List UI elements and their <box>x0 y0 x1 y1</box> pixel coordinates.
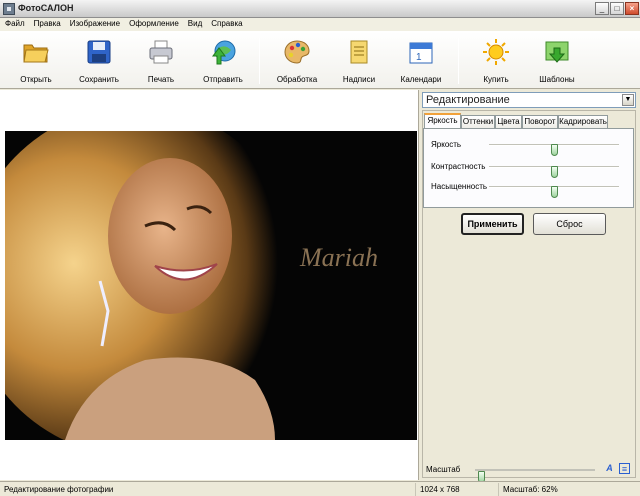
palette-icon <box>284 40 310 64</box>
tab-hues[interactable]: Оттенки <box>461 115 495 129</box>
contrast-slider-thumb[interactable] <box>551 166 558 178</box>
mode-value: Редактирование <box>426 94 510 106</box>
status-bar: Редактирование фотографии 1024 x 768 Мас… <box>0 481 640 496</box>
chevron-down-icon[interactable]: ▼ <box>622 94 634 106</box>
apply-button[interactable]: Применить <box>461 213 524 235</box>
zoom-control: Масштаб A ≡ <box>420 460 640 483</box>
toolbar: Открыть Сохранить Печать Отправить Обраб… <box>0 31 640 89</box>
process-button[interactable]: Обработка <box>269 35 325 87</box>
saturation-slider[interactable] <box>489 186 619 198</box>
brightness-row: Яркость <box>424 137 635 156</box>
page-icon[interactable]: ≡ <box>619 463 630 474</box>
menu-design[interactable]: Оформление <box>124 18 183 28</box>
status-mode: Редактирование фотографии <box>4 485 114 494</box>
app-icon <box>3 3 15 15</box>
template-download-icon <box>545 41 569 63</box>
photo-image: Mariah <box>5 131 417 440</box>
saturation-row: Насыщенность <box>424 179 635 198</box>
menu-view[interactable]: Вид <box>183 18 206 28</box>
photo-signature: Mariah <box>299 243 378 272</box>
tab-brightness[interactable]: Яркость <box>424 113 461 129</box>
captions-button[interactable]: Надписи <box>331 35 387 87</box>
minimize-button[interactable]: _ <box>595 2 609 15</box>
brightness-slider-thumb[interactable] <box>551 144 558 156</box>
printer-icon <box>149 40 173 64</box>
fit-text-icon[interactable]: A <box>604 463 615 474</box>
brightness-tab-panel: Яркость Контрастность Насыщенность <box>423 128 634 208</box>
menu-file[interactable]: Файл <box>0 18 29 28</box>
send-button[interactable]: Отправить <box>195 35 251 87</box>
saturation-slider-thumb[interactable] <box>551 186 558 198</box>
menu-image[interactable]: Изображение <box>65 18 124 28</box>
window-title: ФотоСАЛОН <box>18 3 74 13</box>
open-button[interactable]: Открыть <box>8 35 64 87</box>
menu-edit[interactable]: Правка <box>29 18 65 28</box>
document-icon <box>350 40 368 64</box>
image-canvas[interactable]: Mariah <box>0 90 419 480</box>
contrast-row: Контрастность <box>424 159 635 178</box>
status-zoom: Масштаб: 62% <box>498 483 638 496</box>
title-bar: ФотоСАЛОН _ □ × <box>0 0 640 18</box>
reset-button[interactable]: Сброс <box>533 213 606 235</box>
contrast-slider[interactable] <box>489 166 619 178</box>
tab-colors[interactable]: Цвета <box>495 115 522 129</box>
save-button[interactable]: Сохранить <box>71 35 127 87</box>
menu-help[interactable]: Справка <box>206 18 246 28</box>
tab-crop[interactable]: Кадрировать <box>558 115 608 129</box>
mode-dropdown[interactable]: Редактирование ▼ <box>422 92 636 108</box>
menu-bar: Файл Правка Изображение Оформление Вид Справк… <box>0 18 640 31</box>
sun-icon <box>483 39 509 65</box>
status-dimensions: 1024 x 768 <box>415 483 495 496</box>
close-button[interactable]: × <box>625 2 639 15</box>
print-button[interactable]: Печать <box>133 35 189 87</box>
tab-rotate[interactable]: Поворот <box>522 115 558 129</box>
calendars-button[interactable]: 1 Календари <box>393 35 449 87</box>
floppy-disk-icon <box>87 40 111 64</box>
buy-button[interactable]: Купить <box>468 35 524 87</box>
brightness-slider[interactable] <box>489 144 619 156</box>
templates-button[interactable]: Шаблоны <box>529 35 585 87</box>
calendar-icon: 1 <box>409 42 433 64</box>
zoom-slider[interactable] <box>475 469 595 483</box>
globe-upload-icon <box>212 40 236 65</box>
edit-panel: Редактирование ▼ Яркость Оттенки Цвета П… <box>420 90 640 483</box>
svg-text:1: 1 <box>416 52 422 63</box>
maximize-button[interactable]: □ <box>610 2 624 15</box>
photo-preview: Mariah <box>5 131 417 440</box>
folder-icon <box>23 44 49 63</box>
